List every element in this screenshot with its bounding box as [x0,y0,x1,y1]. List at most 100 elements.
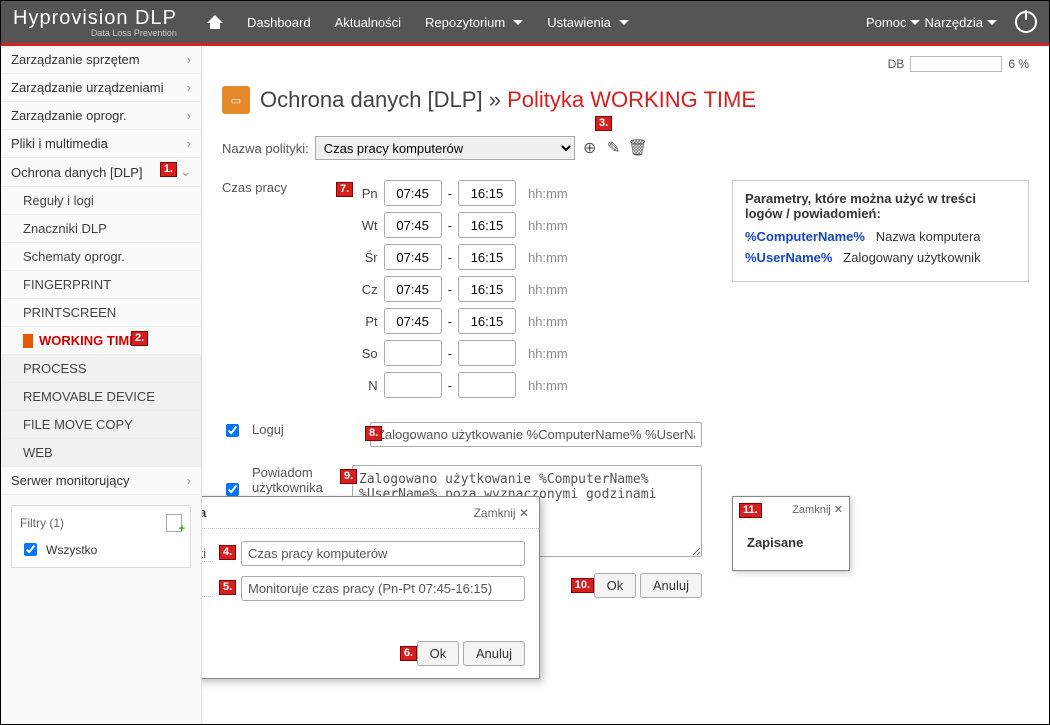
side-dlp-web[interactable]: WEB [1,439,201,467]
dialog-desc-label: Opis [202,581,213,597]
edit-policy-icon[interactable]: ✎ [605,139,623,157]
side-sw[interactable]: Zarządzanie oprogr.› [1,102,201,130]
hhmm-label: hh:mm [528,218,568,233]
ok-button[interactable]: Ok [594,573,637,598]
time-from-input[interactable] [384,180,442,206]
nav-news[interactable]: Aktualności [325,9,411,36]
side-dlp-fingerprint[interactable]: FINGERPRINT [1,271,201,299]
side-dev[interactable]: Zarządzanie urządzeniami› [1,74,201,102]
filters-title: Filtry (1) [20,516,64,530]
day-label: Śr [354,250,378,265]
log-checkbox[interactable] [226,424,239,437]
dialog-name-input[interactable] [241,541,525,566]
side-dlp-workingtime[interactable]: WORKING TIME 2. [1,327,201,355]
time-from-input[interactable] [384,372,442,398]
main-nav: Dashboard Aktualności Repozytorium Ustaw… [197,9,639,36]
param-token: %UserName% [745,250,832,265]
params-title: Parametry, które można użyć w treści log… [745,191,1016,221]
nav-repo[interactable]: Repozytorium [415,9,533,36]
toast-message: Zapisane [747,535,835,550]
days-grid: Pn-hh:mm Wt-hh:mm Śr-hh:mm Cz-hh:mm Pt-hh:mm… [354,180,568,404]
side-hw[interactable]: Zarządzanie sprzętem› [1,46,201,74]
params-panel: Parametry, które można użyć w treści log… [732,180,1029,282]
day-row: Pn-hh:mm [354,180,568,206]
day-row: Śr-hh:mm [354,244,568,270]
side-dlp[interactable]: Ochrona danych [DLP]⌄ 1. [1,158,201,187]
time-from-input[interactable] [384,308,442,334]
delete-policy-icon[interactable]: 🗑 [629,139,647,157]
nav-settings[interactable]: Ustawienia [537,9,639,36]
time-from-input[interactable] [384,212,442,238]
chevron-down-icon: ⌄ [180,164,191,180]
day-label: Pn [354,186,378,201]
time-to-input[interactable] [458,244,516,270]
day-label: So [354,346,378,361]
hhmm-label: hh:mm [528,314,568,329]
home-icon [207,15,223,29]
side-dlp-rules[interactable]: Reguły i logi [1,187,201,215]
day-label: N [354,378,378,393]
callout-9: 9. [340,469,357,484]
side-dlp-removable[interactable]: REMOVABLE DEVICE [1,383,201,411]
add-policy-icon[interactable]: ⊕ [581,139,599,157]
filters-panel: Filtry (1) Wszystko [11,505,191,568]
filter-all-checkbox[interactable] [24,543,37,556]
time-from-input[interactable] [384,276,442,302]
page-title: ▭ Ochrona danych [DLP] » Polityka WORKIN… [222,86,1029,114]
time-to-input[interactable] [458,212,516,238]
side-dlp-tags[interactable]: Znaczniki DLP [1,215,201,243]
side-monitor[interactable]: Serwer monitorujący› [1,467,201,495]
toast-close[interactable]: Zamknij ✕ [792,503,843,516]
hhmm-label: hh:mm [528,282,568,297]
side-media[interactable]: Pliki i multimedia› [1,130,201,158]
param-row: %UserName% Zalogowany użytkownik [745,250,1016,265]
callout-4: 4. [219,545,236,560]
worktime-label: Czas pracy [222,180,332,195]
callout-1: 1. [160,162,177,177]
callout-7: 7. [336,182,353,197]
log-text-input[interactable] [370,422,702,447]
power-icon[interactable] [1015,11,1037,33]
dialog-title: Nowa polityka [202,505,206,520]
time-to-input[interactable] [458,340,516,366]
day-label: Pt [354,314,378,329]
callout-8: 8. [365,426,382,441]
time-to-input[interactable] [458,180,516,206]
callout-6: 6. [400,646,417,661]
time-to-input[interactable] [458,276,516,302]
policy-select[interactable]: Czas pracy komputerów [315,136,575,160]
add-filter-icon[interactable] [166,514,182,532]
time-to-input[interactable] [458,308,516,334]
cancel-button[interactable]: Anuluj [640,573,702,598]
day-row: Wt-hh:mm [354,212,568,238]
dialog-desc-input[interactable] [241,576,525,601]
day-row: So-hh:mm [354,340,568,366]
notify-checkbox[interactable] [226,483,239,496]
main: DB6 % ▭ Ochrona danych [DLP] » Polityka … [202,46,1049,724]
topbar: Hyprovision DLP Data Loss Prevention Das… [1,1,1049,43]
time-from-input[interactable] [384,244,442,270]
param-desc: Zalogowany użytkownik [843,250,980,265]
dialog-close[interactable]: Zamknij ✕ [474,506,529,520]
day-label: Cz [354,282,378,297]
side-dlp-filemove[interactable]: FILE MOVE COPY [1,411,201,439]
callout-5: 5. [219,580,236,595]
filter-all[interactable]: Wszystko [20,540,182,559]
nav-dashboard[interactable]: Dashboard [237,9,321,36]
callout-10: 10. [571,578,594,593]
day-row: Cz-hh:mm [354,276,568,302]
dialog-ok-button[interactable]: Ok [417,641,460,666]
dialog-cancel-button[interactable]: Anuluj [463,641,525,666]
policy-label: Nazwa polityki: [222,141,309,156]
side-dlp-printscreen[interactable]: PRINTSCREEN [1,299,201,327]
day-label: Wt [354,218,378,233]
nav-tools[interactable]: Narzędzia [924,15,997,30]
time-from-input[interactable] [384,340,442,366]
nav-help[interactable]: Pomoc [866,15,920,30]
side-dlp-process[interactable]: PROCESS [1,355,201,383]
day-row: Pt-hh:mm [354,308,568,334]
nav-home[interactable] [197,9,233,35]
side-dlp-schemas[interactable]: Schematy oprogr. [1,243,201,271]
time-to-input[interactable] [458,372,516,398]
saved-toast: 11. Zamknij ✕ Zapisane [732,496,850,571]
